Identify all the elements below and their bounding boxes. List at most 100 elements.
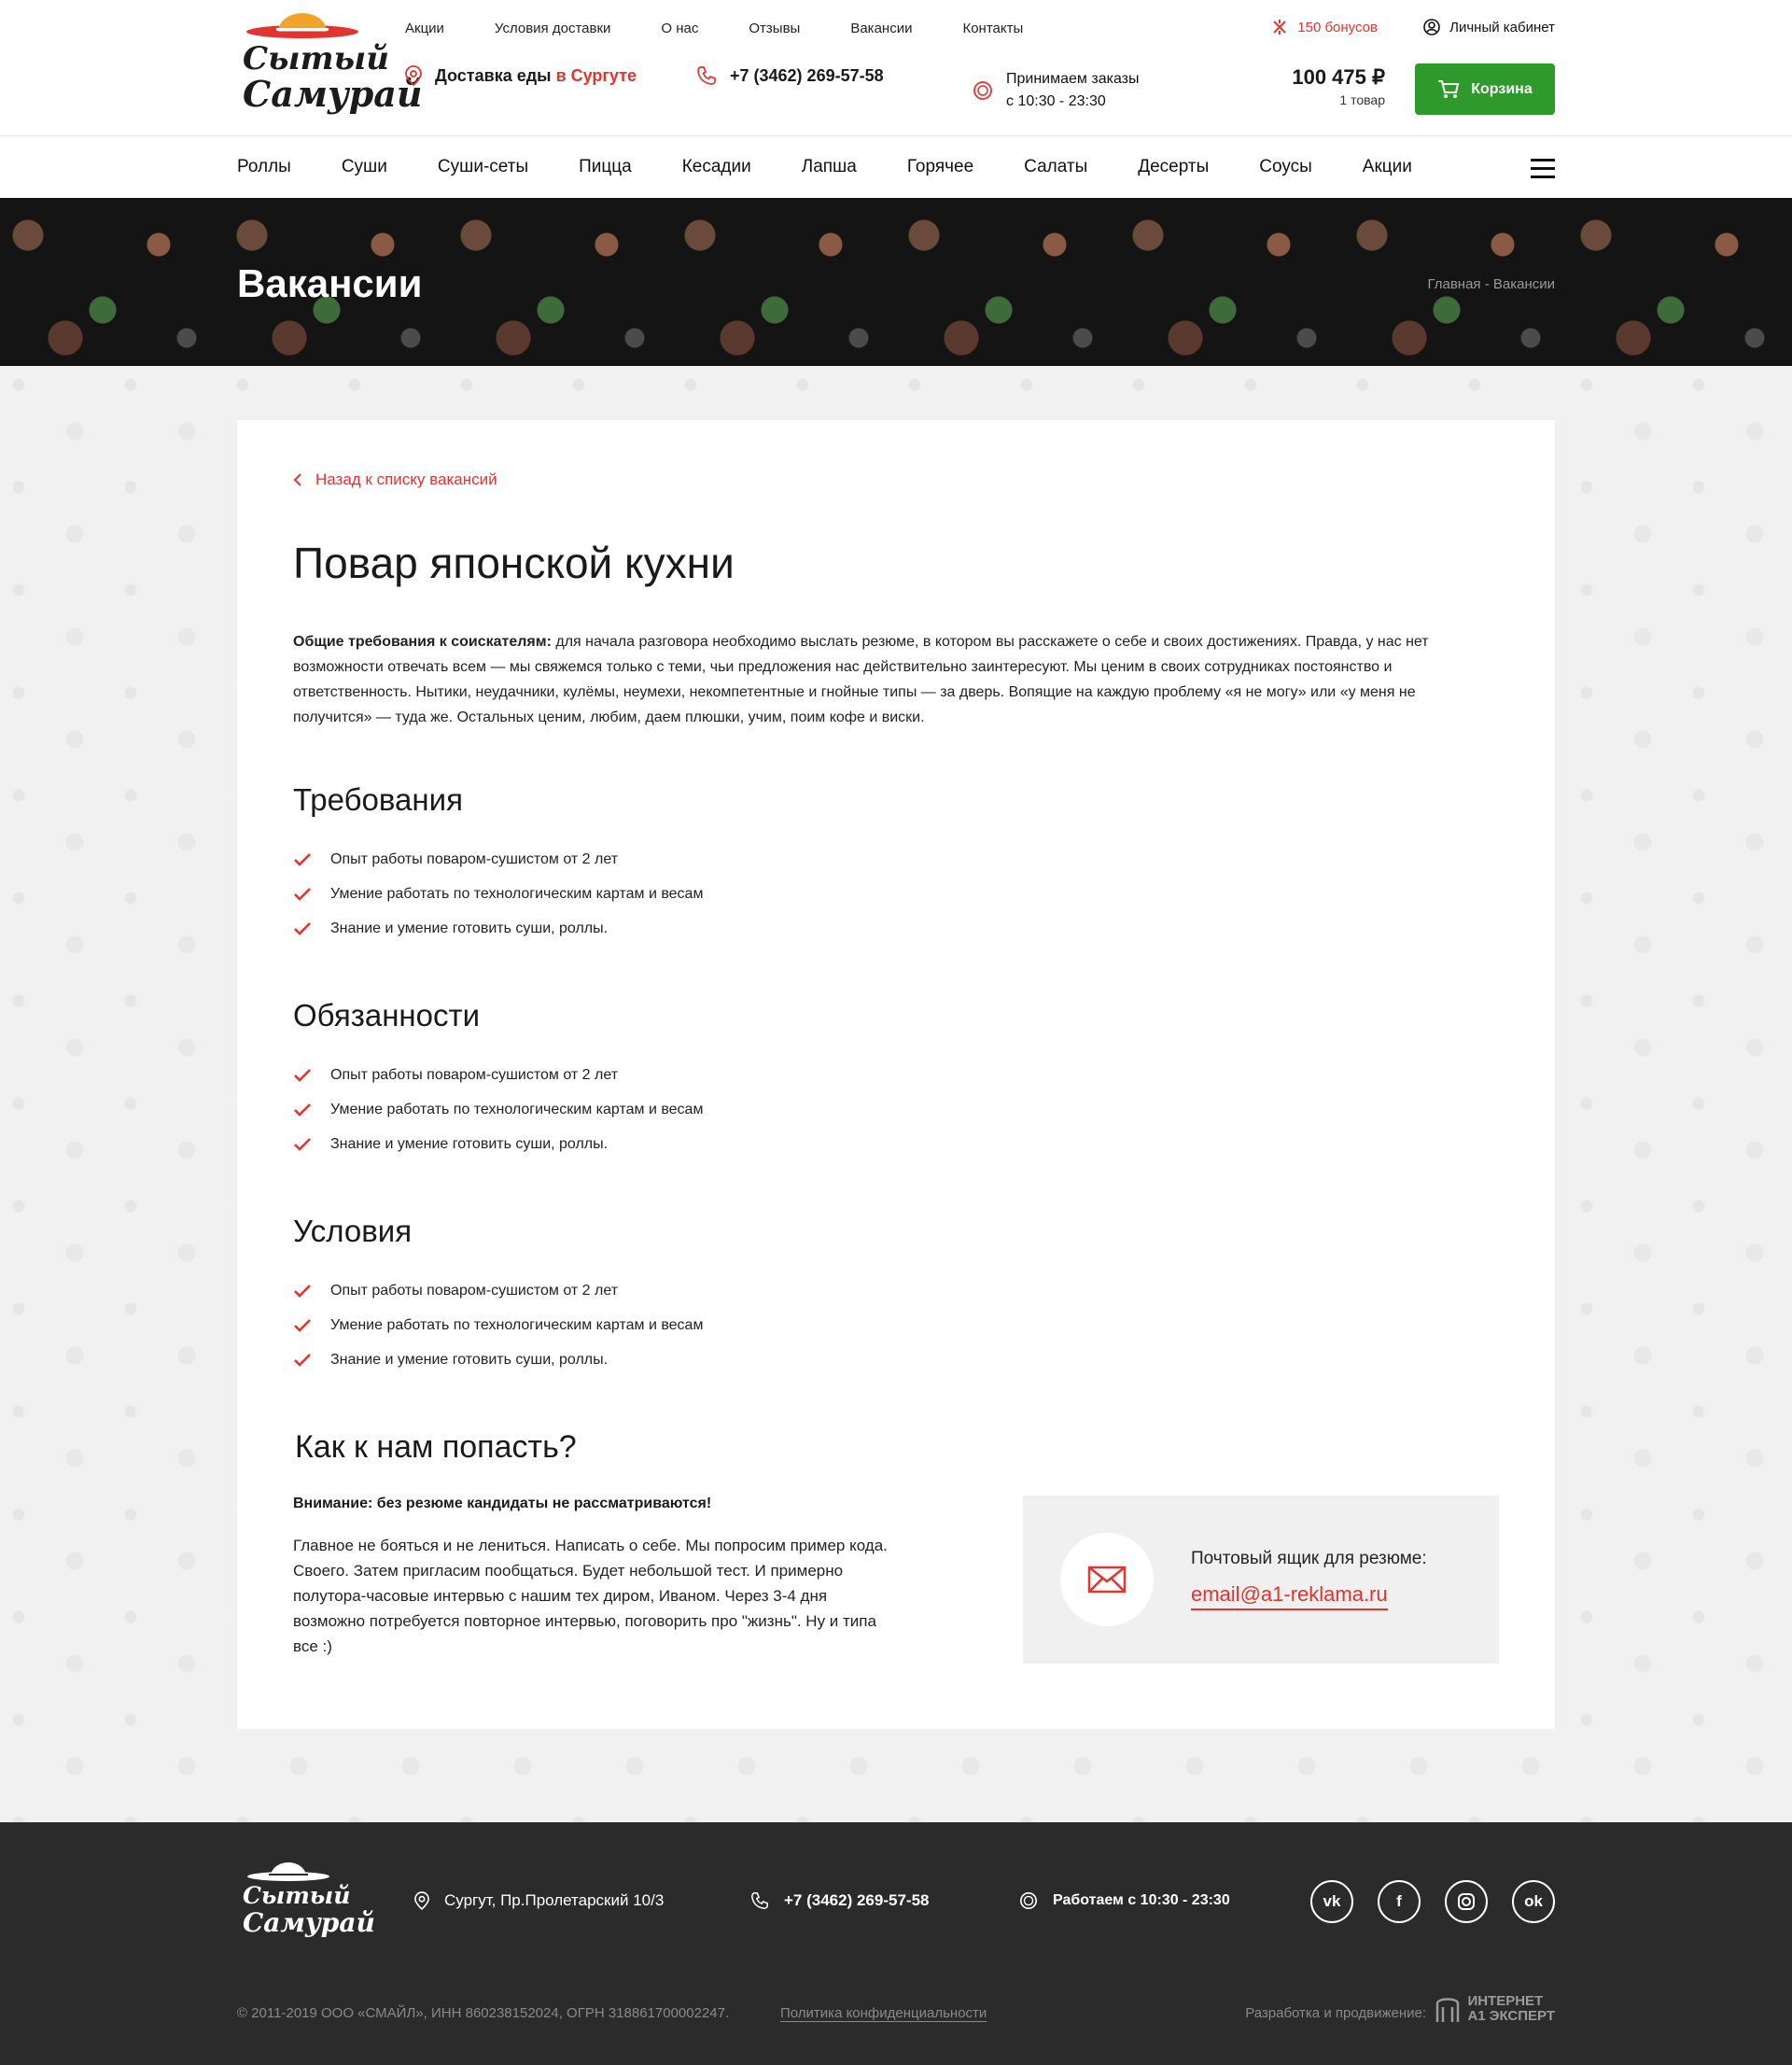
check-icon bbox=[294, 887, 311, 901]
how-to-apply-text: Внимание: без резюме кандидаты не рассма… bbox=[293, 1496, 890, 1664]
logo-line-1: Сытый bbox=[243, 40, 389, 77]
footer-phone-text: +7 (3462) 269-57-58 bbox=[784, 1891, 930, 1909]
order-hours: Принимаем заказы с 10:30 - 23:30 bbox=[973, 68, 1140, 113]
topnav-reviews[interactable]: Отзывы bbox=[749, 21, 800, 36]
list-item-text: Умение работать по технологическим карта… bbox=[330, 1101, 704, 1117]
phone-number: +7 (3462) 269-57-58 bbox=[730, 65, 884, 85]
developer-logo-bottom: А1 ЭКСПЕРТ bbox=[1467, 2008, 1555, 2024]
instagram-icon[interactable] bbox=[1445, 1880, 1488, 1923]
category-nav: Роллы Суши Суши-сеты Пицца Кесадии Лапша… bbox=[0, 136, 1792, 198]
location-pin-icon bbox=[405, 65, 422, 86]
check-icon bbox=[294, 1137, 311, 1151]
how-to-apply-title: Как к нам попасть? bbox=[295, 1429, 577, 1465]
delivery-city[interactable]: Доставка еды в Сургуте bbox=[405, 65, 637, 86]
list-item: Знание и умение готовить суши, роллы. bbox=[293, 1127, 1499, 1161]
instagram-glyph bbox=[1458, 1893, 1475, 1910]
vk-icon[interactable]: vk bbox=[1310, 1880, 1353, 1923]
cart-count: 1 товар bbox=[1339, 92, 1385, 107]
top-nav: Акции Условия доставки О нас Отзывы Вака… bbox=[405, 21, 1073, 36]
user-icon bbox=[1423, 19, 1440, 35]
list-item-text: Опыт работы поваром-сушистом от 2 лет bbox=[330, 850, 619, 867]
category-salads[interactable]: Салаты bbox=[1024, 157, 1087, 177]
odnoklassniki-icon[interactable]: ok bbox=[1512, 1880, 1555, 1923]
page-banner: Вакансии Главная - Вакансии bbox=[0, 198, 1792, 366]
category-quesadillas[interactable]: Кесадии bbox=[682, 157, 751, 177]
list-item: Опыт работы поваром-сушистом от 2 лет bbox=[293, 842, 1499, 877]
footer-phone[interactable]: +7 (3462) 269-57-58 bbox=[750, 1891, 929, 1910]
cart-total: 100 475 ₽ bbox=[1292, 65, 1385, 89]
section-title-requirements: Требования bbox=[293, 782, 463, 817]
menu-burger-icon[interactable] bbox=[1531, 159, 1555, 184]
check-icon bbox=[294, 1284, 311, 1298]
check-icon bbox=[294, 852, 311, 866]
topnav-delivery-terms[interactable]: Условия доставки bbox=[495, 21, 610, 36]
resume-warning: Внимание: без резюме кандидаты не рассма… bbox=[293, 1496, 712, 1511]
conditions-list: Опыт работы поваром-сушистом от 2 лет Ум… bbox=[293, 1273, 1499, 1377]
page-title: Вакансии bbox=[237, 261, 423, 305]
vacancy-card: Назад к списку вакансий Повар японской к… bbox=[237, 420, 1555, 1729]
check-icon bbox=[294, 1103, 311, 1117]
cart-button[interactable]: Корзина bbox=[1415, 63, 1555, 115]
category-desserts[interactable]: Десерты bbox=[1138, 157, 1209, 177]
list-item: Опыт работы поваром-сушистом от 2 лет bbox=[293, 1273, 1499, 1308]
breadcrumb-home[interactable]: Главная bbox=[1427, 276, 1480, 292]
check-icon bbox=[294, 1318, 311, 1332]
how-to-apply: Внимание: без резюме кандидаты не рассма… bbox=[293, 1496, 1499, 1664]
topnav-promo[interactable]: Акции bbox=[405, 21, 444, 36]
privacy-policy-link[interactable]: Политика конфиденциальности bbox=[780, 2005, 987, 2022]
footer-hours-text: Работаем с 10:30 - 23:30 bbox=[1053, 1892, 1230, 1908]
list-item: Знание и умение готовить суши, роллы. bbox=[293, 911, 1499, 946]
bonus-icon bbox=[1273, 20, 1286, 35]
footer-address-text: Сургут, Пр.Пролетарский 10/3 bbox=[444, 1891, 665, 1909]
category-promo[interactable]: Акции bbox=[1363, 157, 1412, 177]
list-item-text: Умение работать по технологическим карта… bbox=[330, 885, 704, 902]
topnav-contacts[interactable]: Контакты bbox=[962, 21, 1023, 36]
requirements-list: Опыт работы поваром-сушистом от 2 лет Ум… bbox=[293, 842, 1499, 946]
topnav-vacancies[interactable]: Вакансии bbox=[850, 21, 912, 36]
back-link-label: Назад к списку вакансий bbox=[315, 471, 497, 488]
delivery-label: Доставка еды bbox=[435, 65, 552, 85]
chevron-left-icon bbox=[293, 473, 301, 486]
category-sushi[interactable]: Суши bbox=[342, 157, 387, 177]
duties-list: Опыт работы поваром-сушистом от 2 лет Ум… bbox=[293, 1058, 1499, 1161]
category-sushi-sets[interactable]: Суши-сеты bbox=[438, 157, 528, 177]
mailbox-email-link[interactable]: email@a1-reklama.ru bbox=[1191, 1582, 1388, 1610]
footer-logo-line-1: Сытый bbox=[243, 1882, 351, 1909]
category-hot[interactable]: Горячее bbox=[907, 157, 973, 177]
mail-icon-circle bbox=[1060, 1533, 1154, 1626]
category-pizza[interactable]: Пицца bbox=[579, 157, 632, 177]
list-item: Умение работать по технологическим карта… bbox=[293, 1092, 1499, 1127]
section-title-duties: Обязанности bbox=[293, 998, 481, 1032]
list-item-text: Умение работать по технологическим карта… bbox=[330, 1316, 704, 1333]
developer-logo[interactable]: ИНТЕРНЕТ А1 ЭКСПЕРТ bbox=[1434, 1994, 1555, 2024]
category-rolls[interactable]: Роллы bbox=[237, 157, 291, 177]
hours-line-2: с 10:30 - 23:30 bbox=[1006, 93, 1106, 109]
list-item-text: Опыт работы поваром-сушистом от 2 лет bbox=[330, 1066, 619, 1083]
category-sauces[interactable]: Соусы bbox=[1259, 157, 1312, 177]
cart-icon bbox=[1438, 79, 1460, 98]
clock-icon bbox=[973, 81, 992, 100]
account-link[interactable]: Личный кабинет bbox=[1423, 19, 1555, 35]
back-to-vacancies-link[interactable]: Назад к списку вакансий bbox=[293, 471, 1499, 489]
mailbox-label: Почтовый ящик для резюме: bbox=[1191, 1549, 1427, 1568]
bonus-link[interactable]: 150 бонусов bbox=[1271, 19, 1378, 35]
logo-line-2: Самурай bbox=[243, 73, 423, 115]
breadcrumb: Главная - Вакансии bbox=[1427, 276, 1555, 292]
how-to-apply-description: Главное не бояться и не лениться. Написа… bbox=[293, 1537, 888, 1655]
list-item-text: Знание и умение готовить суши, роллы. bbox=[330, 920, 609, 936]
footer-logo[interactable]: Сытый Самурай bbox=[237, 1860, 375, 1953]
phone-icon bbox=[751, 1892, 768, 1909]
topnav-about[interactable]: О нас bbox=[661, 21, 698, 36]
list-item: Знание и умение готовить суши, роллы. bbox=[293, 1342, 1499, 1377]
logo[interactable]: Сытый Самурай bbox=[237, 11, 423, 121]
facebook-icon[interactable]: f bbox=[1378, 1880, 1421, 1923]
developer-logo-icon bbox=[1436, 1998, 1460, 2022]
location-pin-icon bbox=[414, 1891, 429, 1910]
header-phone[interactable]: +7 (3462) 269-57-58 bbox=[696, 65, 884, 86]
developer-label: Разработка и продвижение: bbox=[1245, 2005, 1426, 2021]
copyright: © 2011-2019 ООО «СМАЙЛ», ИНН 86023815202… bbox=[237, 2005, 730, 2021]
breadcrumb-current: Вакансии bbox=[1492, 276, 1555, 292]
category-noodles[interactable]: Лапша bbox=[802, 157, 857, 177]
footer: Сытый Самурай Сургут, Пр.Пролетарский 10… bbox=[0, 1822, 1792, 2065]
cart-summary[interactable]: 100 475 ₽ 1 товар bbox=[1292, 65, 1385, 107]
